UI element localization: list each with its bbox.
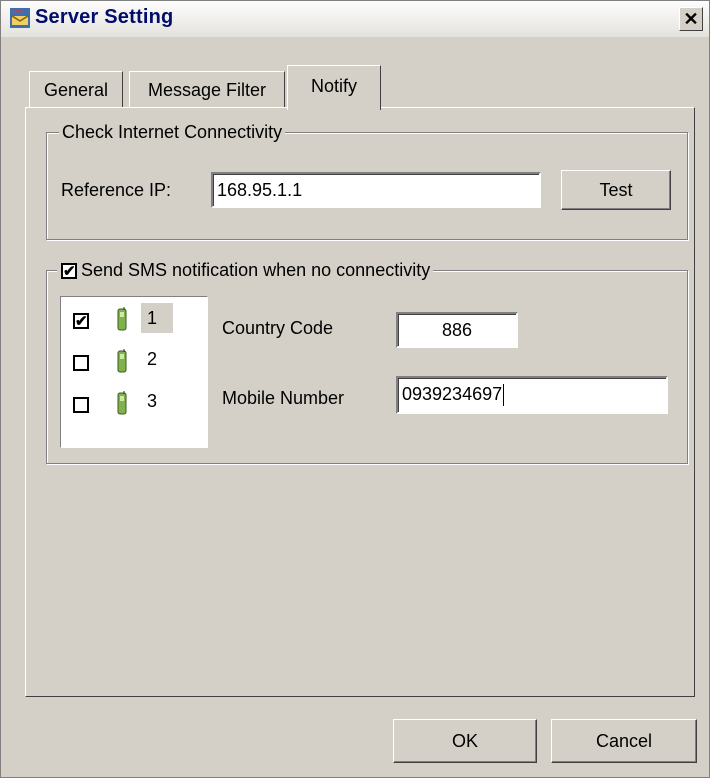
phone-2-checkbox[interactable]: [73, 355, 89, 371]
phone-1-checkbox[interactable]: ✔: [73, 313, 89, 329]
title-bar[interactable]: SMS Server Setting ✕: [1, 1, 709, 37]
phone-list[interactable]: ✔ 1 2 3: [60, 296, 208, 448]
notify-tab-panel: Check Internet Connectivity Reference IP…: [25, 107, 695, 697]
tab-message-filter[interactable]: Message Filter: [129, 71, 285, 109]
phone-3-checkbox[interactable]: [73, 397, 89, 413]
reference-ip-input[interactable]: 168.95.1.1: [211, 172, 541, 208]
close-icon[interactable]: ✕: [679, 7, 703, 31]
send-sms-checkbox[interactable]: ✔: [61, 263, 77, 279]
window-title: Server Setting: [35, 6, 174, 28]
check-connectivity-legend: Check Internet Connectivity: [59, 121, 286, 143]
phone-1-label[interactable]: 1: [141, 303, 173, 333]
tab-general[interactable]: General: [29, 71, 123, 109]
cancel-button[interactable]: Cancel: [551, 719, 697, 763]
mobile-phone-icon: [117, 391, 127, 415]
text-caret: [503, 384, 505, 407]
phone-2-label[interactable]: 2: [147, 347, 157, 371]
mobile-phone-icon: [117, 307, 127, 331]
svg-text:SMS: SMS: [11, 9, 24, 16]
check-connectivity-group: Check Internet Connectivity Reference IP…: [46, 121, 688, 240]
country-code-label: Country Code: [222, 318, 334, 338]
server-setting-dialog: SMS Server Setting ✕ General Message Fil…: [0, 0, 710, 778]
phone-3-label[interactable]: 3: [147, 389, 157, 413]
reference-ip-label: Reference IP:: [61, 180, 172, 200]
mobile-number-input[interactable]: 0939234697: [396, 376, 668, 414]
test-button[interactable]: Test: [561, 170, 671, 210]
sms-notification-legend: Send SMS notification when no connectivi…: [57, 259, 434, 281]
mobile-number-value: 0939234697: [402, 384, 503, 404]
sms-app-icon: SMS: [10, 8, 30, 28]
mobile-number-label: Mobile Number: [222, 388, 345, 408]
tab-notify[interactable]: Notify: [287, 65, 381, 110]
country-code-input[interactable]: 886: [396, 312, 518, 348]
ok-button[interactable]: OK: [393, 719, 537, 763]
mobile-phone-icon: [117, 349, 127, 373]
